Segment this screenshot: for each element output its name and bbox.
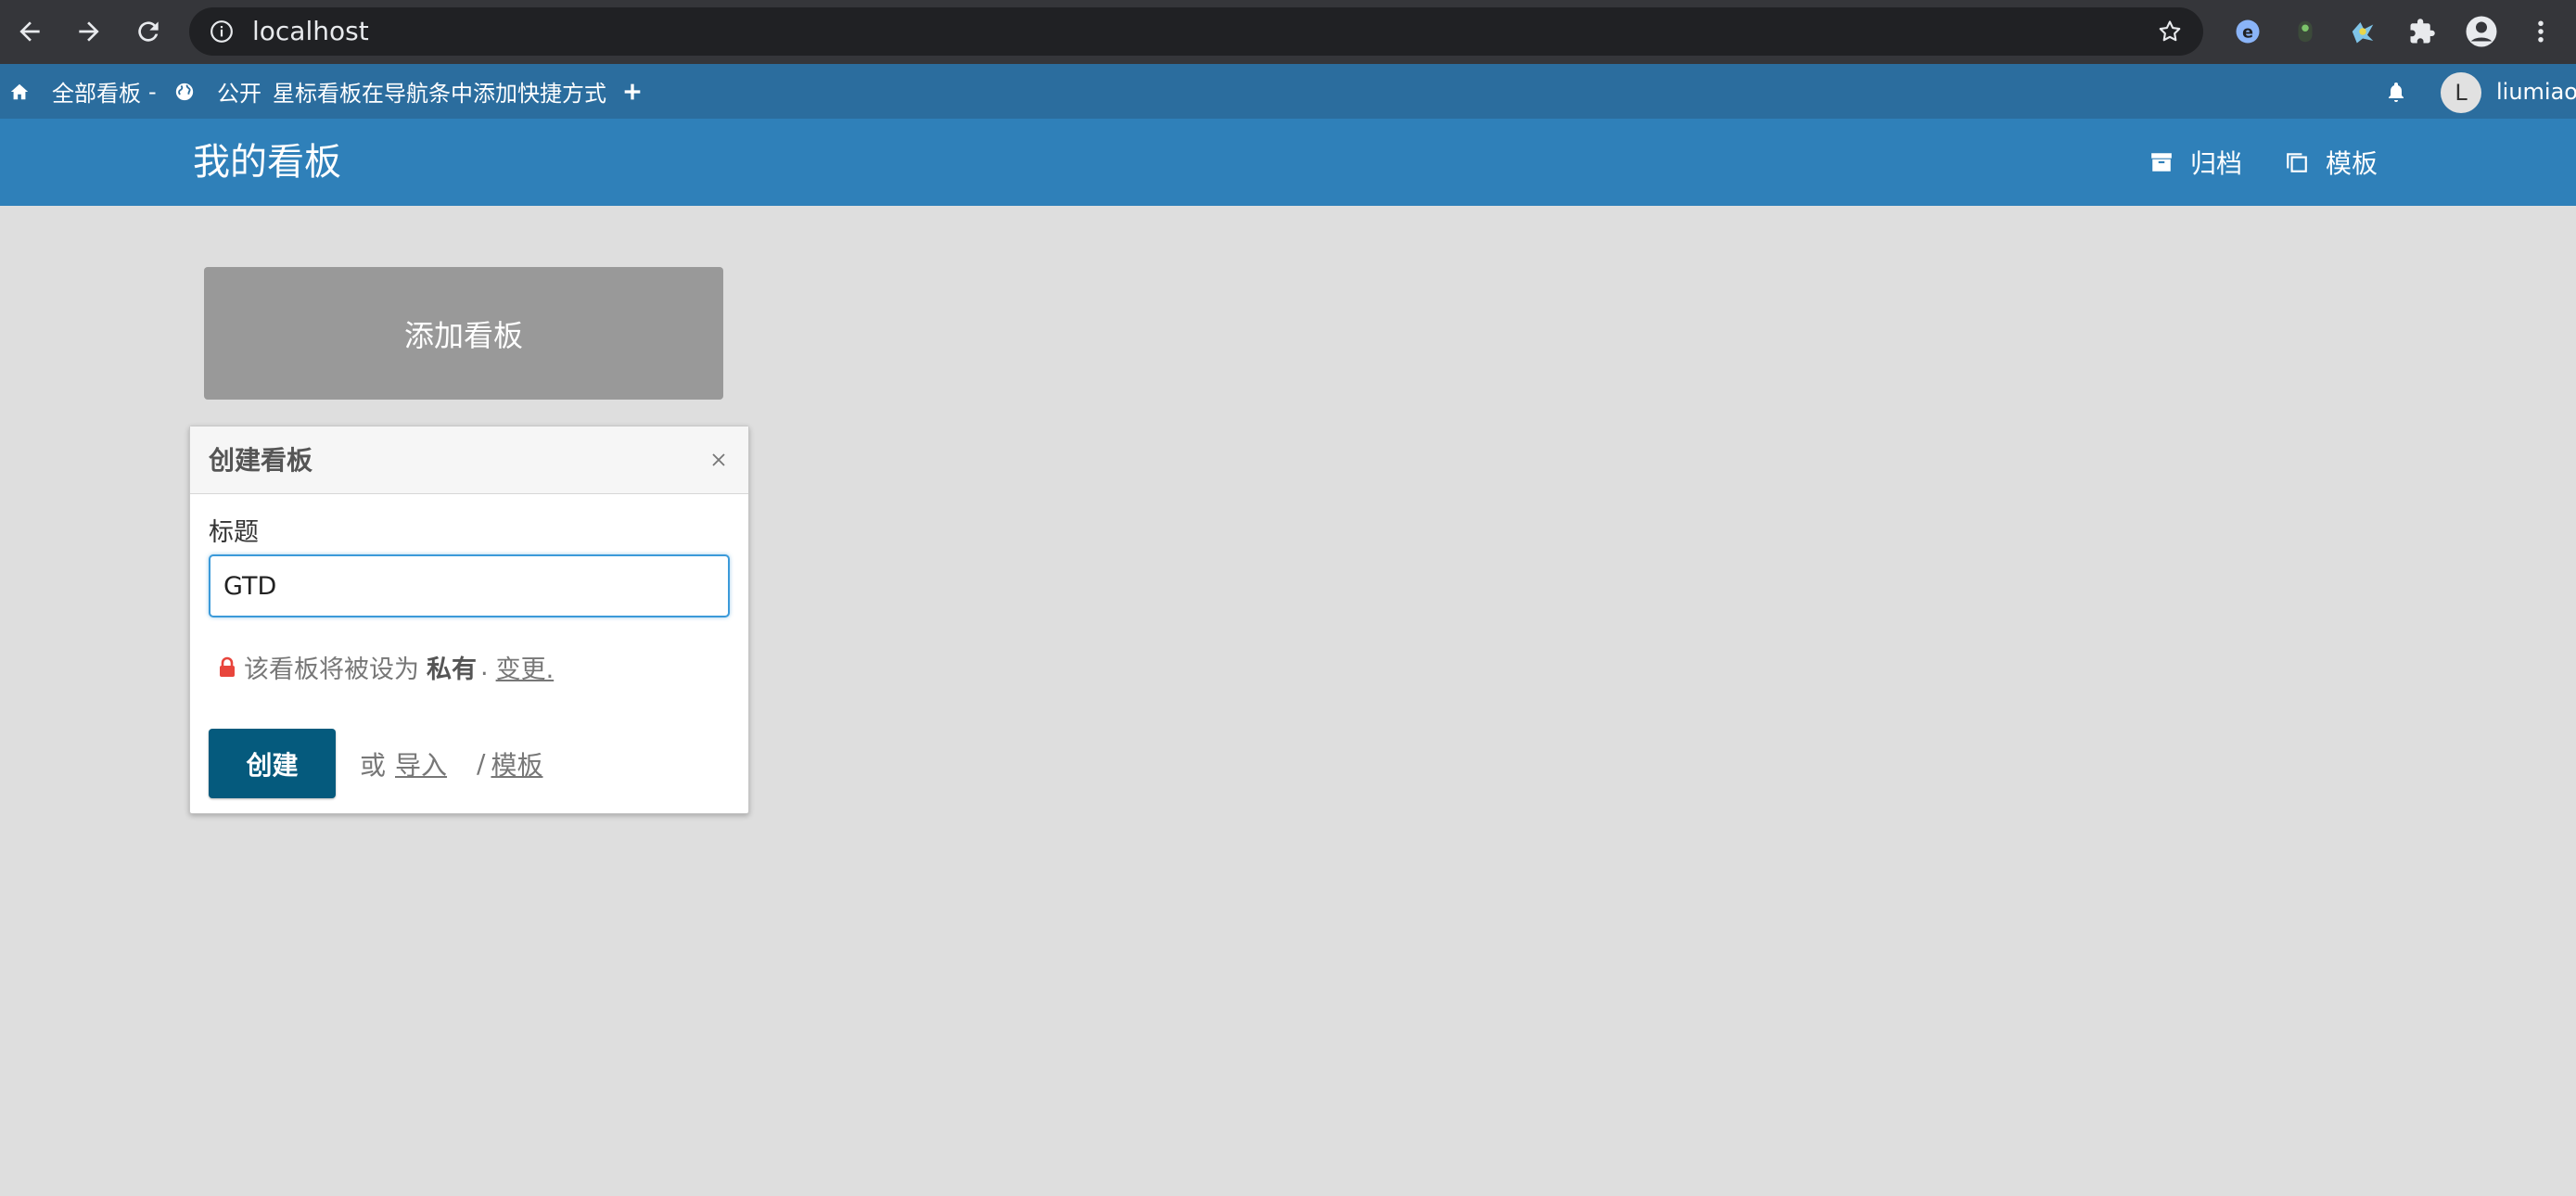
home-icon [10, 83, 29, 99]
plus-icon [624, 83, 641, 99]
wekan-topbar: 全部看板 - 公开 星标看板在导航条中添加快捷方式 L liumiao [0, 64, 2576, 119]
home-link[interactable]: 全部看板 [9, 64, 141, 119]
slash-separator: / [477, 748, 486, 779]
extension-colorful-icon[interactable] [2344, 13, 2381, 50]
all-boards-label[interactable]: 全部看板 [52, 75, 141, 108]
back-button[interactable] [9, 11, 50, 52]
add-board-tile[interactable]: 添加看板 [204, 267, 723, 400]
or-text: 或 [360, 749, 387, 781]
bell-icon [2389, 82, 2404, 102]
lock-icon [220, 656, 235, 677]
board-title-input[interactable] [209, 554, 730, 617]
privacy-prefix: 该看板将被设为 [244, 655, 419, 684]
template-link[interactable]: 模板 [491, 745, 542, 782]
privacy-value: 私有 [427, 655, 477, 684]
topbar-separator: - [148, 78, 157, 105]
browser-menu-icon[interactable] [2522, 13, 2559, 50]
privacy-notice: 该看板将被设为 私有 . 变更. [218, 649, 554, 685]
extension-e-icon[interactable]: e [2229, 13, 2266, 50]
avatar[interactable]: L [2441, 72, 2481, 113]
back-arrow-icon [19, 21, 40, 42]
username[interactable]: liumiao [2496, 64, 2576, 119]
public-label[interactable]: 公开 [217, 75, 261, 108]
templates-button[interactable]: 模板 [2285, 119, 2378, 206]
templates-label[interactable]: 模板 [2326, 144, 2378, 181]
change-privacy-link[interactable]: 变更. [496, 649, 555, 685]
url-text[interactable]: localhost [252, 7, 369, 56]
clone-icon [2287, 153, 2307, 172]
svg-text:e: e [2242, 23, 2253, 42]
reload-button[interactable] [128, 11, 169, 52]
public-boards-link[interactable]: 公开 [174, 64, 261, 119]
extension-green-icon[interactable] [2287, 13, 2324, 50]
title-field-label: 标题 [209, 518, 259, 547]
profile-icon[interactable] [2463, 13, 2500, 50]
forward-arrow-icon [79, 21, 99, 42]
import-link[interactable]: 导入 [395, 745, 447, 782]
close-icon[interactable] [704, 445, 733, 475]
create-board-popup: 创建看板 标题 该看板将被设为 私有 . 变更. 创建 或 导入 / 模板 [189, 426, 749, 814]
add-shortcut-button[interactable] [623, 64, 642, 119]
privacy-dot: . [480, 653, 489, 681]
info-icon[interactable] [210, 19, 234, 47]
create-button[interactable]: 创建 [209, 729, 336, 798]
starred-boards-hint: 星标看板在导航条中添加快捷方式 [273, 81, 606, 107]
archive-button[interactable]: 归档 [2149, 119, 2242, 206]
popup-title: 创建看板 [209, 445, 313, 476]
browser-toolbar: localhost e [0, 0, 2576, 64]
popup-header: 创建看板 [190, 426, 748, 494]
forward-button[interactable] [69, 11, 109, 52]
bookmark-star-icon[interactable] [2157, 19, 2183, 48]
boards-header: 我的看板 归档 模板 [0, 119, 2576, 206]
address-bar[interactable]: localhost [189, 7, 2203, 56]
globe-icon [175, 83, 194, 100]
reload-icon [138, 21, 159, 42]
archive-label[interactable]: 归档 [2190, 144, 2242, 181]
extensions-puzzle-icon[interactable] [2404, 13, 2441, 50]
alternative-actions: 或 导入 / 模板 [360, 729, 542, 798]
notifications-button[interactable] [2385, 64, 2407, 119]
page-title: 我的看板 [193, 141, 341, 184]
archive-icon [2151, 153, 2172, 172]
